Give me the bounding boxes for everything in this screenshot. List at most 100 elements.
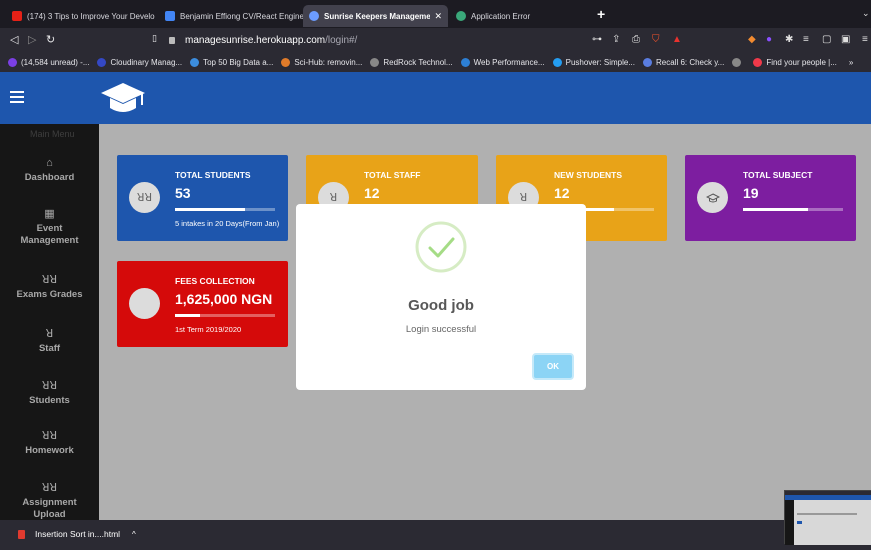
users-icon: ꓤꓤ [41,430,58,442]
tab-cv[interactable]: Benjamin Effiong CV/React Enginee [159,5,303,27]
sidebar-icon[interactable]: ▢ [822,34,831,45]
globe-icon [732,58,742,67]
sidebar-title: Main Menu [30,129,75,139]
address-bar[interactable]: managesunrise.herokuapp.com/login#/ [145,31,705,50]
tab-application-error[interactable]: Application Error [450,5,580,27]
share-icon[interactable]: ⇪ [612,34,620,45]
lock-icon [169,37,175,44]
screenshot-thumbnail[interactable] [784,490,871,545]
sidebar-item-assignment-upload[interactable]: ꓤꓤ Assignment Upload [0,482,99,520]
dialog-message: Login successful [405,324,477,335]
screenshot-icon[interactable]: ⎙ [632,34,640,45]
bookmark-item[interactable]: Sci-Hub: removin... [281,58,362,67]
tab-sunrise[interactable]: Sunrise Keepers Management S ✕ [303,5,448,27]
users-icon: ꓤꓤ [41,482,58,494]
bookmark-label: Sci-Hub: removin... [294,58,363,67]
playlist-icon[interactable]: ≡ [803,34,809,45]
sidebar-item-label: Event Management [20,223,79,246]
more-bookmarks-icon[interactable]: » [849,58,853,67]
url-domain: managesunrise.herokuapp.com [185,35,326,46]
users-icon: ꓤꓤ [41,274,58,286]
youtube-icon [12,11,22,21]
app-icon [309,11,319,21]
tab-label: Sunrise Keepers Management S [324,11,431,21]
reload-icon[interactable]: ↻ [46,33,55,46]
browser-nav-bar: ◁ ▷ ↻ ▯ managesunrise.herokuapp.com/logi… [0,28,871,53]
bookmark-item[interactable]: Web Performance... [460,58,545,67]
bookmark-item[interactable]: Pushover: Simple... [552,58,635,67]
user-icon: ꓤ [45,328,54,340]
tab-youtube[interactable]: (174) 3 Tips to Improve Your Develo [6,5,158,27]
brave-rewards-icon[interactable]: ▲ [672,34,682,45]
chevron-down-icon[interactable]: ⌄ [862,8,870,19]
bookmark-item[interactable]: Find your people |... [753,58,837,67]
dialog-title: Good job [408,297,474,314]
sidebar-item-label: Dashboard [24,172,75,183]
close-icon[interactable]: ✕ [434,11,442,22]
pushover-icon [552,58,562,67]
ok-button[interactable]: OK [532,353,574,380]
bookmark-label: Web Performance... [473,58,545,67]
tab-label: Benjamin Effiong CV/React Enginee [180,11,303,21]
sidebar-item-staff[interactable]: ꓤ Staff [0,328,99,355]
bookmarks-bar: (14,584 unread) -... Cloudinary Manag...… [0,53,871,72]
browser-tab-bar: (174) 3 Tips to Improve Your Develo Benj… [0,0,871,28]
bookmark-item[interactable]: (14,584 unread) -... [8,58,89,67]
heroku-icon [456,11,466,21]
wallet-icon[interactable]: ▣ [841,34,850,45]
download-item[interactable]: Insertion Sort in....html ^ [18,529,136,539]
bookmark-label: (14,584 unread) -... [21,58,90,67]
success-check-icon [415,221,467,273]
download-label: Insertion Sort in....html [35,529,121,539]
extension-icon[interactable]: ◆ [748,34,756,45]
bookmark-item[interactable]: Cloudinary Manag... [97,58,182,67]
bookmark-label: Find your people |... [766,58,837,67]
meetup-icon [753,58,763,67]
bookmark-label: Recall 6: Check y... [655,58,725,67]
brave-shield-icon[interactable]: ⛉ [652,34,660,45]
new-tab-button[interactable]: + [597,6,605,22]
globe-icon [370,58,380,67]
url-path: /login#/ [325,35,358,46]
mail-icon [8,58,17,67]
sidebar-item-label: Exams Grades [16,289,83,300]
sidebar-item-event-management[interactable]: ▦ Event Management [0,208,99,247]
back-icon[interactable]: ◁ [10,33,18,46]
html-file-icon [18,529,25,539]
tab-label: (174) 3 Tips to Improve Your Develo [27,11,155,21]
sidebar-item-exams-grades[interactable]: ꓤꓤ Exams Grades [0,274,99,301]
tab-label: Application Error [471,11,531,21]
extension-badge-icon[interactable]: ● [766,34,772,45]
calendar-icon: ▦ [44,208,55,220]
key-icon[interactable]: ⊶ [592,34,602,45]
sidebar-item-label: Assignment Upload [22,497,77,520]
bookmark-item[interactable] [732,58,745,67]
sidebar-item-label: Homework [25,445,74,456]
forward-icon[interactable]: ▷ [28,33,36,46]
bookmark-label: Cloudinary Manag... [110,58,183,67]
bookmark-label: Top 50 Big Data a... [203,58,274,67]
home-icon: ⌂ [46,157,53,169]
menu-icon[interactable]: ≡ [862,34,868,45]
puzzle-icon[interactable]: ✱ [785,34,793,45]
bookmark-label: Pushover: Simple... [565,58,635,67]
users-icon: ꓤꓤ [41,380,58,392]
site-icon [281,58,291,67]
success-dialog: Good job Login successful OK [296,204,586,390]
hamburger-menu-icon[interactable] [10,91,24,103]
sidebar-item-homework[interactable]: ꓤꓤ Homework [0,430,99,457]
sidebar-item-students[interactable]: ꓤꓤ Students [0,380,99,407]
download-bar: Insertion Sort in....html ^ [0,520,871,550]
app-header [0,72,871,124]
sidebar-item-dashboard[interactable]: ⌂ Dashboard [0,157,99,184]
bookmark-item[interactable]: Top 50 Big Data a... [190,58,273,67]
sidebar-item-label: Students [29,395,70,406]
bookmark-item[interactable]: Recall 6: Check y... [642,58,725,67]
link-icon [460,58,470,67]
bookmark-item[interactable]: RedRock Technol... [370,58,453,67]
sidebar-item-label: Staff [38,343,61,354]
chevron-up-icon[interactable]: ^ [132,530,136,539]
bookmark-label: RedRock Technol... [383,58,453,67]
cloud-icon [97,58,107,67]
site-icon [190,58,200,67]
